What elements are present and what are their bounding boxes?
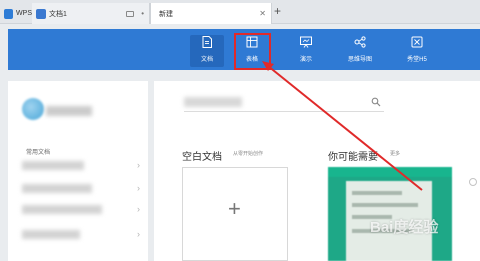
device-icon [126,10,134,17]
side-scroll-indicator[interactable] [469,178,477,186]
template-thumbnail[interactable] [328,167,452,261]
toolbar-document-label: 文档 [200,57,213,63]
h5-icon [411,36,423,48]
search-input[interactable] [184,97,242,107]
tab-new[interactable]: 新建 ✕ [150,3,272,24]
recent-item-blurred [22,230,80,239]
new-blank-doc-card[interactable]: + [182,167,288,261]
chevron-right-icon: › [137,229,140,239]
toolbar-presentation-label: 演示 [299,57,312,63]
toolbar-h5-label: 秀堂H5 [407,57,427,63]
add-tab-button[interactable]: + [274,4,281,18]
tab-wps-label: WPS [16,10,32,17]
blank-doc-subtitle: 从零开始创作 [233,151,264,157]
mindmap-icon [354,36,366,48]
blank-doc-title: 空白文档 [182,152,222,163]
close-icon[interactable]: ✕ [259,9,266,18]
wps-logo-icon [4,8,14,19]
search-icon[interactable] [371,97,381,107]
user-name-blurred [46,106,92,116]
writer-icon [36,8,46,19]
toolbar-h5-button[interactable]: 秀堂H5 [400,35,434,67]
more-link[interactable]: 更多 [390,150,400,157]
chevron-right-icon: › [137,204,140,214]
plus-icon: + [228,196,241,221]
recent-docs-label: 常用文档 [26,150,51,156]
document-icon [202,36,212,48]
suggestions-title: 你可能需要 [328,152,378,163]
avatar[interactable] [22,98,44,120]
tab-document-label: 文档1 [49,10,67,18]
recent-item-blurred [22,184,92,193]
chevron-right-icon: › [137,160,140,170]
tab-bar: WPS 文档1 • 新建 ✕ + [0,0,480,24]
left-panel: 常用文档 › › › › [8,81,148,261]
recent-item-blurred [22,205,102,214]
toolbar-mindmap-label: 思维导图 [347,57,372,63]
tab-new-label: 新建 [159,10,173,18]
annotation-highlight-box [234,33,271,70]
toolbar-mindmap-button[interactable]: 思维导图 [340,35,380,67]
toolbar-presentation-button[interactable]: 演示 [289,35,323,67]
toolbar-document-button[interactable]: 文档 [190,35,224,67]
tab-wps-home[interactable]: WPS [0,3,32,24]
list-item[interactable]: › [22,229,142,240]
list-item[interactable]: › [22,183,142,194]
list-item[interactable]: › [22,204,142,215]
thumbnail-line [352,203,418,207]
search-underline [184,111,384,112]
watermark: Bai度经验 [370,219,439,236]
list-item[interactable]: › [22,160,142,171]
recent-item-blurred [22,161,84,170]
tab-document[interactable]: 文档1 • [32,3,150,24]
chevron-right-icon: › [137,183,140,193]
thumbnail-line [352,191,402,195]
presentation-icon [300,36,312,48]
close-icon[interactable]: • [141,9,144,18]
thumbnail-header [328,167,452,177]
